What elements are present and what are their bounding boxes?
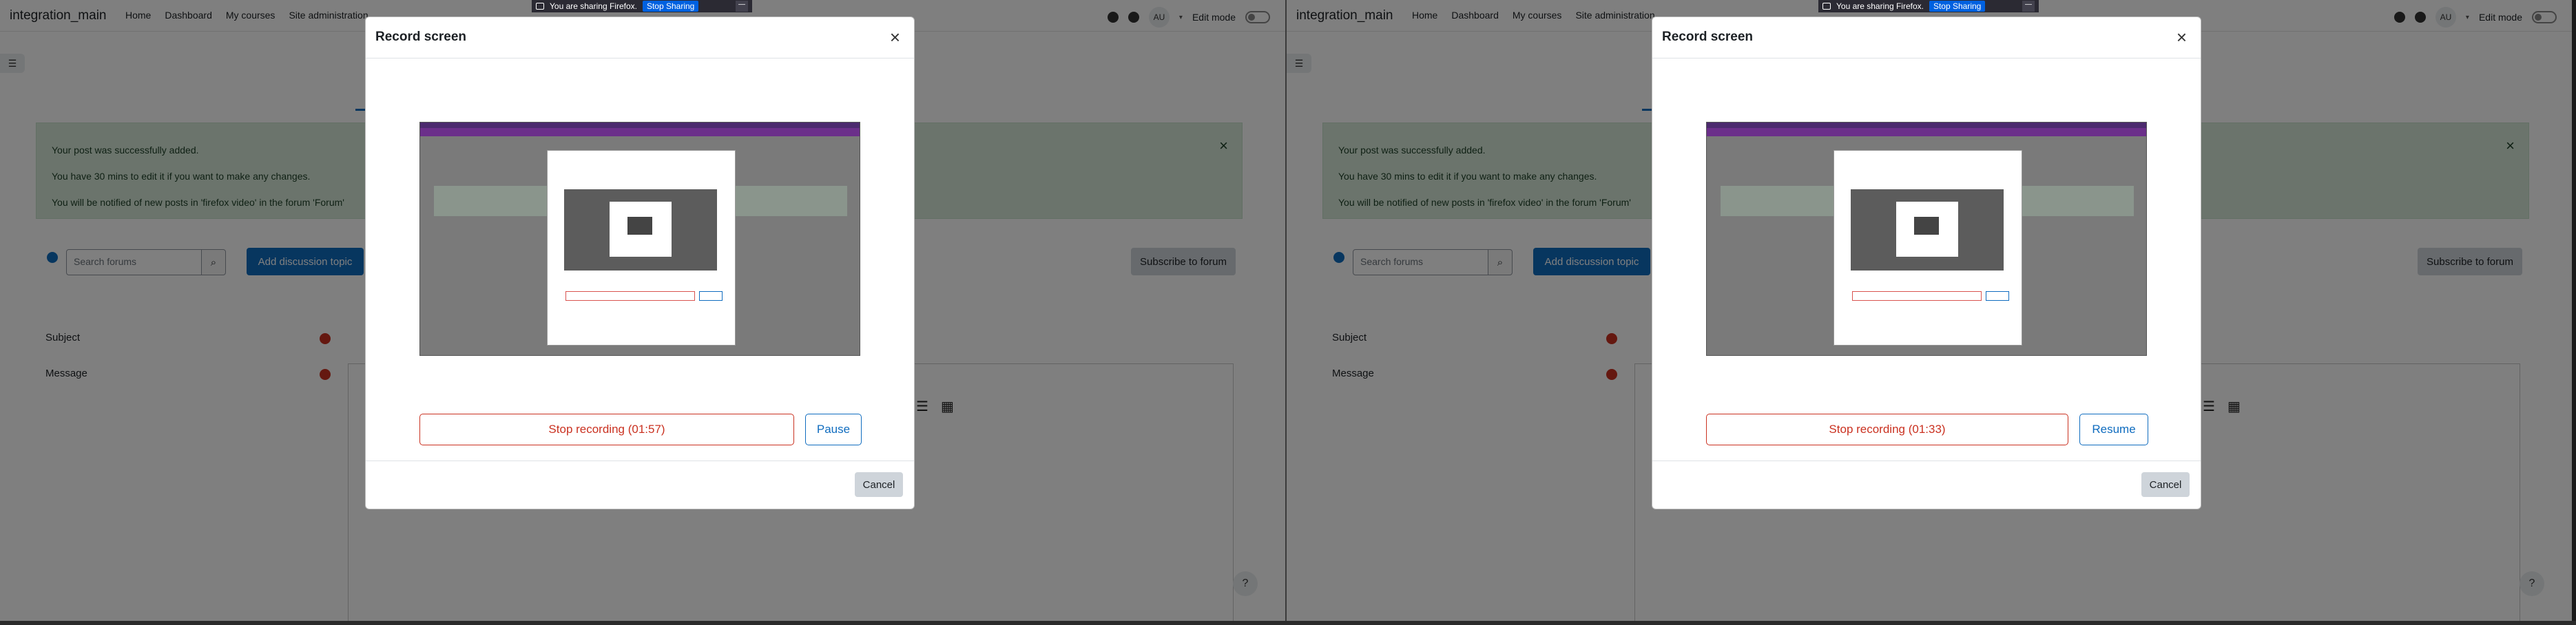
preview-nested-frame — [610, 202, 672, 257]
preview-pause-button — [699, 291, 723, 301]
preview-url-bar — [420, 128, 860, 136]
recording-preview — [419, 122, 860, 356]
stop-sharing-button[interactable]: Stop Sharing — [642, 1, 699, 12]
screen-icon — [1822, 3, 1831, 10]
right-session: integration_main Home Dashboard My cours… — [1287, 0, 2572, 625]
preview-stop-button — [565, 291, 695, 301]
modal-title: Record screen — [375, 30, 467, 44]
modal-footer: Cancel — [1652, 460, 2201, 509]
taskbar-strip — [0, 621, 2576, 625]
record-screen-modal: Record screen × Stop recor — [1652, 17, 2201, 509]
modal-title: Record screen — [1662, 30, 1754, 44]
preview-stop-button — [1852, 291, 1982, 301]
preview-nested-thumb — [1914, 217, 1939, 235]
stop-recording-button[interactable]: Stop recording (01:33) — [1706, 414, 2068, 445]
record-screen-modal: Record screen × Stop recor — [365, 17, 915, 509]
preview-resume-button — [1986, 291, 2009, 301]
preview-nested-video — [564, 189, 717, 271]
modal-footer: Cancel — [366, 460, 914, 509]
close-button[interactable]: × — [890, 27, 900, 48]
preview-url-bar — [1707, 128, 2146, 136]
modal-header: Record screen × — [1652, 17, 2201, 59]
resume-button[interactable]: Resume — [2079, 414, 2148, 445]
cancel-button[interactable]: Cancel — [2141, 472, 2190, 497]
modal-header: Record screen × — [366, 17, 914, 59]
screen-icon — [536, 3, 544, 10]
pause-button[interactable]: Pause — [805, 414, 862, 445]
stop-recording-button[interactable]: Stop recording (01:57) — [419, 414, 794, 445]
preview-nested-video — [1851, 189, 2004, 271]
preview-nested-thumb — [627, 217, 652, 235]
cancel-button[interactable]: Cancel — [855, 472, 903, 497]
close-button[interactable]: × — [2177, 27, 2187, 48]
recording-preview — [1706, 122, 2147, 356]
preview-nested-modal — [1834, 150, 2022, 346]
minimize-icon[interactable]: — — [2022, 1, 2035, 12]
preview-nested-modal — [547, 150, 736, 346]
left-session: integration_main Home Dashboard My cours… — [0, 0, 1285, 625]
screen-share-bar: You are sharing Firefox. Stop Sharing — — [1818, 0, 2039, 12]
sharing-text: You are sharing Firefox. — [550, 1, 637, 11]
screen-share-bar: You are sharing Firefox. Stop Sharing — — [532, 0, 752, 12]
stop-sharing-button[interactable]: Stop Sharing — [1929, 1, 1986, 12]
screenshot-pair: integration_main Home Dashboard My cours… — [0, 0, 2576, 625]
preview-tab-bar — [420, 123, 860, 128]
minimize-icon[interactable]: — — [736, 1, 748, 12]
preview-tab-bar — [1707, 123, 2146, 128]
preview-nested-frame — [1896, 202, 1958, 257]
sharing-text: You are sharing Firefox. — [1836, 1, 1924, 11]
